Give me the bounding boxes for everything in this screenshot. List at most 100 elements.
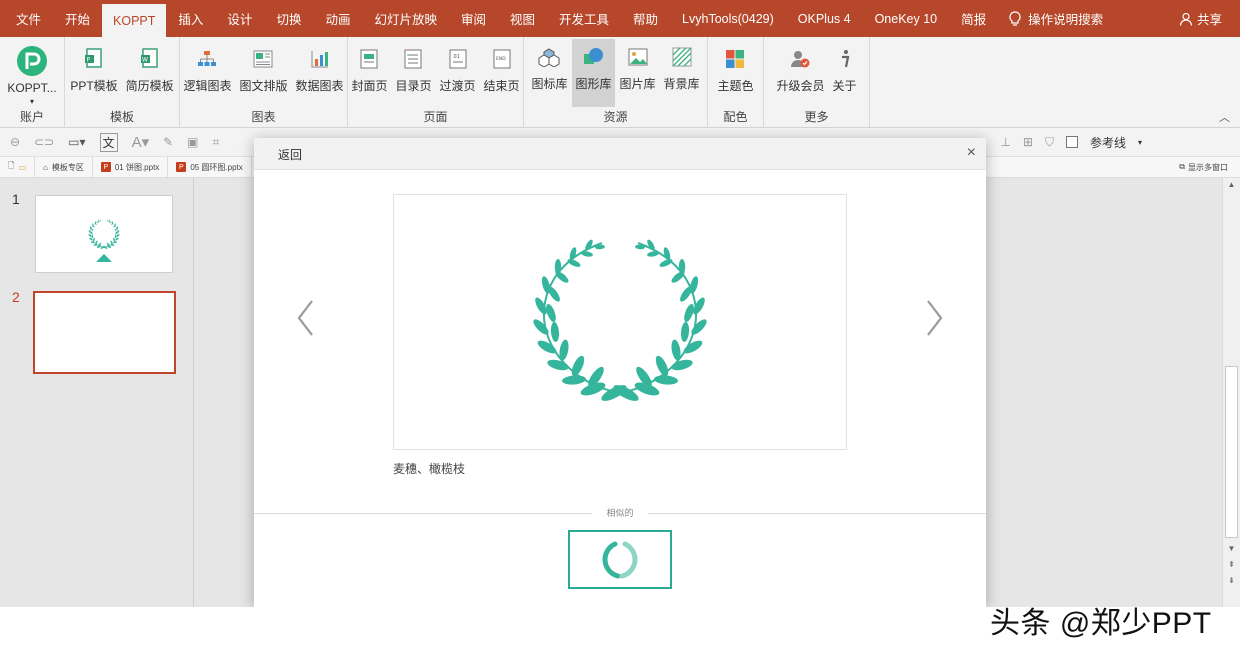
tab-briefing[interactable]: 简报 bbox=[949, 0, 998, 37]
tab-onekey[interactable]: OneKey 10 bbox=[863, 0, 950, 37]
next-slide-icon[interactable]: ⇟ bbox=[1223, 576, 1240, 585]
back-button[interactable]: 返回 bbox=[278, 146, 302, 163]
bar-chart-icon bbox=[308, 47, 332, 71]
ppt-file-icon: P bbox=[100, 162, 111, 172]
textbox-icon[interactable]: ▭▾ bbox=[68, 135, 85, 149]
person-icon bbox=[1179, 12, 1193, 26]
shape-library-label: 图形库 bbox=[575, 77, 612, 91]
end-page-button[interactable]: END 结束页 bbox=[481, 41, 523, 96]
scrollbar-thumb[interactable] bbox=[1225, 366, 1238, 538]
group-label-account: 账户 bbox=[19, 110, 44, 124]
guides-label: 参考线 bbox=[1089, 135, 1126, 150]
tab-transitions[interactable]: 切换 bbox=[264, 0, 313, 37]
koppt-account-button[interactable]: KOPPT... ▾ bbox=[4, 41, 59, 108]
tab-slideshow[interactable]: 幻灯片放映 bbox=[362, 0, 449, 37]
similar-label: 相似的 bbox=[592, 506, 648, 519]
tab-view[interactable]: 视图 bbox=[498, 0, 547, 37]
slide-thumbnail-2[interactable] bbox=[33, 291, 176, 374]
ppt-file-icon: P bbox=[176, 162, 187, 172]
hierarchy-icon bbox=[195, 47, 219, 71]
text-direction-icon[interactable]: 文 bbox=[99, 132, 118, 152]
doc-tab-donut[interactable]: P 05 圆环图.pptx bbox=[168, 156, 252, 178]
tab-animations[interactable]: 动画 bbox=[313, 0, 362, 37]
tab-design[interactable]: 设计 bbox=[215, 0, 264, 37]
end-page-label: 结束页 bbox=[483, 79, 520, 93]
background-library-icon bbox=[670, 45, 694, 69]
image-library-button[interactable]: 图片库 bbox=[617, 39, 659, 107]
help-search-label: 操作说明搜索 bbox=[1028, 13, 1104, 27]
lightbulb-icon bbox=[1009, 10, 1021, 26]
tab-okplus[interactable]: OKPlus 4 bbox=[786, 0, 863, 37]
slide-number: 1 bbox=[12, 191, 20, 207]
shape-library-button[interactable]: 图形库 bbox=[572, 39, 615, 107]
upgrade-member-button[interactable]: 升级会员 bbox=[773, 41, 827, 96]
lock-icon[interactable]: ⊖ bbox=[10, 135, 20, 149]
new-doc-tab[interactable]: 🗋 ▭ bbox=[0, 156, 35, 178]
tab-lvyhtools[interactable]: LvyhTools(0429) bbox=[670, 0, 786, 37]
info-icon bbox=[833, 47, 857, 71]
prev-slide-icon[interactable]: ⇞ bbox=[1223, 560, 1240, 569]
scroll-down-icon[interactable]: ▼ bbox=[1223, 544, 1240, 553]
transition-page-button[interactable]: 01 过渡页 bbox=[437, 41, 479, 96]
layout-button[interactable]: 图文排版 bbox=[236, 41, 290, 96]
window-icon: ⧉ bbox=[1179, 162, 1185, 171]
eyedropper-icon[interactable]: ✎ bbox=[163, 135, 173, 149]
cover-page-button[interactable]: 封面页 bbox=[348, 41, 390, 96]
show-multiwindow-button[interactable]: ⧉ 显示多窗口 bbox=[1179, 162, 1240, 173]
collapse-ribbon-icon[interactable]: ︿ bbox=[1219, 109, 1230, 125]
tab-review[interactable]: 审阅 bbox=[449, 0, 498, 37]
tab-help[interactable]: 帮助 bbox=[621, 0, 670, 37]
format-painter-icon[interactable]: ▣ bbox=[187, 135, 198, 149]
doc-tab-pie[interactable]: P 01 饼图.pptx bbox=[93, 156, 169, 178]
doc-tab-template-zone[interactable]: ⌂ 模板专区 bbox=[35, 156, 93, 178]
ppt-template-button[interactable]: P PPT模板 bbox=[67, 41, 120, 96]
shape-preview[interactable] bbox=[393, 194, 847, 450]
icon-library-button[interactable]: 图标库 bbox=[528, 39, 570, 107]
data-chart-button[interactable]: 数据图表 bbox=[293, 41, 347, 96]
group-label-color: 配色 bbox=[723, 110, 748, 124]
dropdown-icon[interactable]: ▾ bbox=[1138, 138, 1142, 147]
distribute-icon[interactable]: ⊥ bbox=[1000, 135, 1010, 149]
similar-shape-thumbnail[interactable] bbox=[568, 530, 672, 589]
icon-library-icon bbox=[537, 45, 561, 69]
slide-thumbnail-1[interactable] bbox=[35, 195, 173, 273]
link-icon[interactable]: ⊂⊃ bbox=[34, 135, 54, 149]
logic-chart-button[interactable]: 逻辑图表 bbox=[180, 41, 234, 96]
koppt-logo-icon bbox=[16, 45, 48, 77]
data-chart-label: 数据图表 bbox=[295, 79, 344, 93]
ribbon-tab-bar: 文件 开始 KOPPT 插入 设计 切换 动画 幻灯片放映 审阅 视图 开发工具… bbox=[0, 0, 1240, 37]
layer-icon[interactable]: ⊞ bbox=[1023, 135, 1033, 149]
svg-text:01: 01 bbox=[453, 54, 459, 60]
theme-color-button[interactable]: 主题色 bbox=[714, 41, 756, 96]
close-icon[interactable]: × bbox=[967, 144, 976, 162]
background-library-button[interactable]: 背景库 bbox=[661, 39, 703, 107]
tab-developer[interactable]: 开发工具 bbox=[547, 0, 621, 37]
group-chart: 逻辑图表 图文排版 数据图表 图表 bbox=[180, 37, 348, 128]
tab-home[interactable]: 开始 bbox=[53, 0, 102, 37]
share-button[interactable]: 共享 bbox=[1179, 0, 1240, 37]
resume-template-button[interactable]: W 简历模板 bbox=[123, 41, 177, 96]
toc-page-button[interactable]: 目录页 bbox=[392, 41, 434, 96]
about-button[interactable]: 关于 bbox=[830, 41, 860, 96]
next-arrow-icon[interactable] bbox=[922, 298, 946, 338]
doc-tab-label: 01 饼图.pptx bbox=[114, 162, 160, 172]
guides-checkbox[interactable] bbox=[1065, 136, 1078, 148]
cover-page-label: 封面页 bbox=[351, 79, 388, 93]
ppt-template-label: PPT模板 bbox=[70, 79, 118, 93]
align-icon[interactable]: ⌗ bbox=[213, 135, 220, 150]
color-palette-icon bbox=[723, 47, 747, 71]
tab-insert[interactable]: 插入 bbox=[166, 0, 215, 37]
tab-file[interactable]: 文件 bbox=[0, 0, 53, 37]
scroll-up-icon[interactable]: ▲ bbox=[1223, 180, 1240, 189]
previous-arrow-icon[interactable] bbox=[294, 298, 318, 338]
watermark: 头条 @郑少PPT bbox=[990, 607, 1212, 640]
doc-tab-label: 05 圆环图.pptx bbox=[190, 162, 243, 172]
help-search[interactable]: 操作说明搜索 bbox=[998, 0, 1117, 37]
bucket-icon[interactable]: ⛉ bbox=[1045, 135, 1054, 150]
tab-koppt[interactable]: KOPPT bbox=[102, 4, 167, 37]
toc-page-icon bbox=[401, 47, 425, 71]
quick-toolbar-tools: ⊖ ⊂⊃ ▭▾ 文 A▾ ✎ ▣ ⌗ bbox=[0, 132, 220, 152]
font-color-icon[interactable]: A▾ bbox=[132, 133, 150, 151]
dialog-header: 返回 × bbox=[254, 138, 986, 170]
vertical-scrollbar[interactable]: ▲ ▼ ⇞ ⇟ bbox=[1222, 178, 1240, 607]
